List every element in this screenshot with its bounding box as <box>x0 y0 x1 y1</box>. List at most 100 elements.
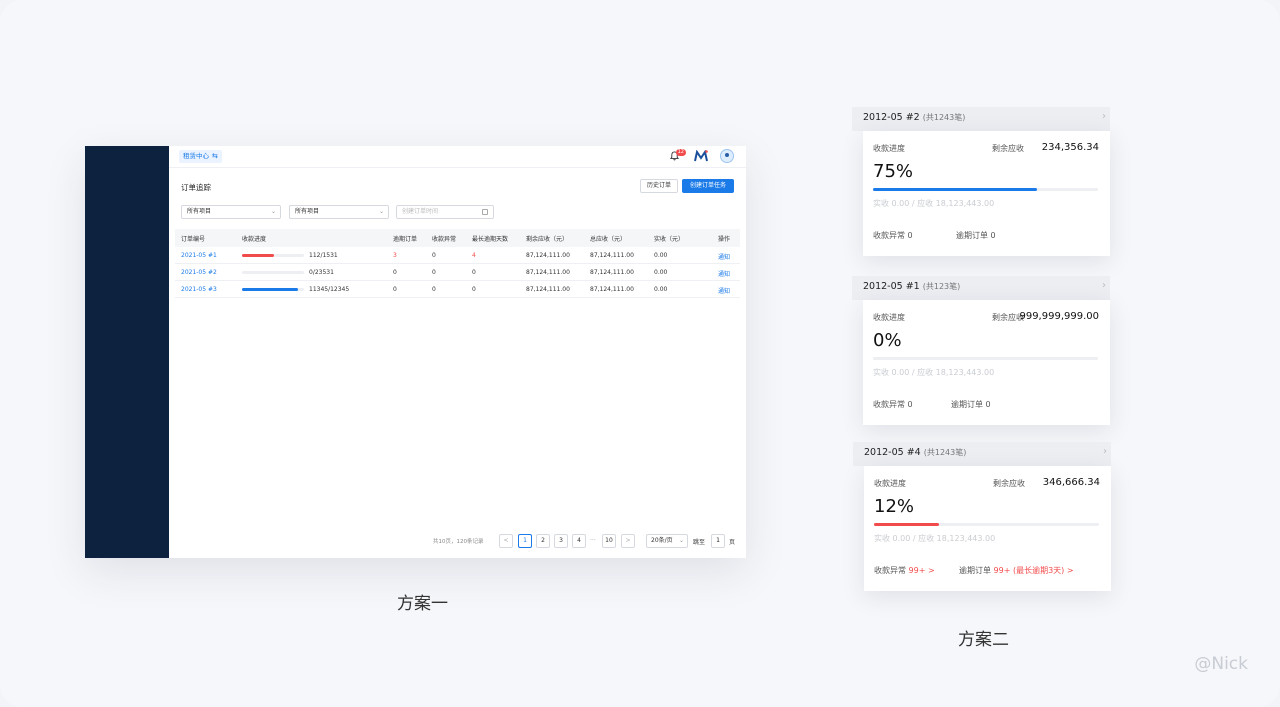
progress-label: 收款进度 <box>873 313 905 322</box>
notify-link[interactable]: 通知 <box>718 269 730 278</box>
jump-page-input[interactable]: 1 <box>711 534 725 548</box>
prev-page-button[interactable]: < <box>499 534 513 548</box>
progress-fill <box>242 254 275 257</box>
overdue-count: 3 <box>393 252 397 259</box>
topbar: 租赁中心 ⇆ 12 <box>169 146 746 168</box>
sidebar <box>85 146 169 558</box>
paid-amount: 0.00 <box>654 286 668 293</box>
abnormal-count: 0 <box>432 286 436 293</box>
history-orders-button[interactable]: 历史订单 <box>640 179 678 193</box>
card-header[interactable]: 2012-05 #2 (共1243笔) › <box>852 107 1110 131</box>
main-content: 订单追踪 历史订单 创建订单任务 所有项目 ⌄ 所有项目 ⌄ 创建订单时间 订单… <box>169 168 746 558</box>
progress-percent: 12% <box>874 496 915 517</box>
order-id-link[interactable]: 2021-05 #2 <box>181 269 217 276</box>
order-batch-card-group: 2012-05 #4 (共1243笔) › 收款进度 剩余应收 346,666.… <box>853 442 1111 591</box>
progress-text: 11345/12345 <box>309 286 350 293</box>
page-button-1[interactable]: 1 <box>518 534 532 548</box>
page-button-4[interactable]: 4 <box>572 534 586 548</box>
col-remaining: 剩余应收（元） <box>526 236 569 243</box>
jump-label: 跳至 <box>693 539 706 546</box>
notify-link[interactable]: 通知 <box>718 252 730 261</box>
progress-label: 收款进度 <box>874 479 906 488</box>
order-id-link[interactable]: 2021-05 #1 <box>181 252 217 259</box>
workspace-switcher[interactable]: 租赁中心 ⇆ <box>179 150 222 163</box>
overdue-stat: 逾期订单 0 <box>956 230 996 241</box>
chevron-right-icon[interactable]: › <box>1102 111 1106 122</box>
remaining-amount: 87,124,111.00 <box>526 286 570 293</box>
order-batch-card: 收款进度 剩余应收 346,666.34 12% 实收 0.00 / 应收 18… <box>864 466 1111 591</box>
order-batch-card-group: 2012-05 #2 (共1243笔) › 收款进度 剩余应收 234,356.… <box>852 107 1110 256</box>
chevron-right-icon[interactable]: › <box>1103 446 1107 457</box>
progress-text: 0/23531 <box>309 269 334 276</box>
progress-label: 收款进度 <box>873 144 905 153</box>
abnormal-value: 99+ > <box>908 566 935 575</box>
col-total: 总应收（元） <box>590 236 627 243</box>
abnormal-value: 0 <box>907 400 913 409</box>
col-action: 操作 <box>718 236 731 243</box>
total-amount: 87,124,111.00 <box>590 269 634 276</box>
avatar[interactable] <box>720 149 734 163</box>
paid-summary: 实收 0.00 / 应收 18,123,443.00 <box>873 199 995 208</box>
remaining-amount: 999,999,999.00 <box>1019 311 1099 322</box>
page-button-2[interactable]: 2 <box>536 534 550 548</box>
create-order-task-button[interactable]: 创建订单任务 <box>682 179 734 193</box>
table-row: 2021-05 #2 0/23531 0 0 0 87,124,111.00 87,124,… <box>175 264 740 281</box>
order-batch-card-group: 2012-05 #1 (共123笔) › 收款进度 剩余应收 999,999,9… <box>852 276 1110 425</box>
card-title: 2012-05 #1 (共123笔) <box>863 281 960 292</box>
chevron-down-icon: ⌄ <box>270 208 276 215</box>
order-id-link[interactable]: 2021-05 #3 <box>181 286 217 293</box>
remaining-amount: 87,124,111.00 <box>526 269 570 276</box>
chevron-right-icon[interactable]: › <box>1102 280 1106 291</box>
date-filter-input[interactable]: 创建订单时间 <box>396 205 494 219</box>
page-ellipsis: ··· <box>590 537 596 544</box>
overdue-count: 0 <box>393 269 397 276</box>
col-progress: 收款进度 <box>242 236 267 243</box>
author-watermark: @Nick <box>1194 654 1248 674</box>
progress-bar <box>874 523 1099 526</box>
project-filter-2[interactable]: 所有项目 ⌄ <box>289 205 389 219</box>
page-button-10[interactable]: 10 <box>602 534 616 548</box>
overdue-label: 逾期订单 <box>956 231 988 240</box>
overdue-label: 逾期订单 <box>959 566 991 575</box>
progress-bar <box>873 188 1098 191</box>
card-header[interactable]: 2012-05 #4 (共1243笔) › <box>853 442 1111 466</box>
scheme1-window: 租赁中心 ⇆ 12 订单追踪 历史订单 创建订单任务 所有项目 ⌄ 所有项目 ⌄… <box>85 146 746 558</box>
page-title: 订单追踪 <box>181 183 211 192</box>
project-filter-1-value: 所有项目 <box>187 208 212 215</box>
remaining-label: 剩余应收 <box>992 144 1024 153</box>
progress-bar <box>242 254 304 257</box>
progress-fill <box>242 288 298 291</box>
col-order-id: 订单编号 <box>181 236 206 243</box>
batch-id: 2012-05 #2 <box>863 112 920 123</box>
project-filter-1[interactable]: 所有项目 ⌄ <box>181 205 281 219</box>
swap-icon: ⇆ <box>212 152 218 160</box>
card-title: 2012-05 #2 (共1243笔) <box>863 112 965 123</box>
m-logo-icon[interactable] <box>694 150 708 162</box>
total-amount: 87,124,111.00 <box>590 252 634 259</box>
total-amount: 87,124,111.00 <box>590 286 634 293</box>
abnormal-value: 0 <box>907 231 913 240</box>
paid-summary: 实收 0.00 / 应收 18,123,443.00 <box>873 368 995 377</box>
progress-fill <box>874 523 940 526</box>
page-size-value: 20条/页 <box>651 537 673 544</box>
calendar-icon <box>482 209 488 215</box>
col-abnormal: 收款异常 <box>432 236 457 243</box>
canvas: 租赁中心 ⇆ 12 订单追踪 历史订单 创建订单任务 所有项目 ⌄ 所有项目 ⌄… <box>0 0 1280 707</box>
notify-link[interactable]: 通知 <box>718 286 730 295</box>
card-header[interactable]: 2012-05 #1 (共123笔) › <box>852 276 1110 300</box>
progress-percent: 0% <box>873 330 902 351</box>
abnormal-label: 收款异常 <box>873 400 905 409</box>
batch-id: 2012-05 #4 <box>864 447 921 458</box>
progress-bar <box>242 271 304 274</box>
chevron-down-icon: ⌄ <box>378 208 384 215</box>
page-size-select[interactable]: 20条/页 ⌄ <box>646 534 688 548</box>
page-button-3[interactable]: 3 <box>554 534 568 548</box>
overdue-stat[interactable]: 逾期订单 99+ (最长逾期3天) > <box>959 565 1074 576</box>
date-filter-placeholder: 创建订单时间 <box>402 208 439 215</box>
paid-amount: 0.00 <box>654 269 668 276</box>
progress-percent: 75% <box>873 161 914 182</box>
abnormal-stat[interactable]: 收款异常 99+ > <box>874 565 935 576</box>
next-page-button[interactable]: > <box>621 534 635 548</box>
table-row: 2021-05 #1 112/1531 3 0 4 87,124,111.00 87,124… <box>175 247 740 264</box>
col-max-days: 最长逾期天数 <box>472 236 509 243</box>
